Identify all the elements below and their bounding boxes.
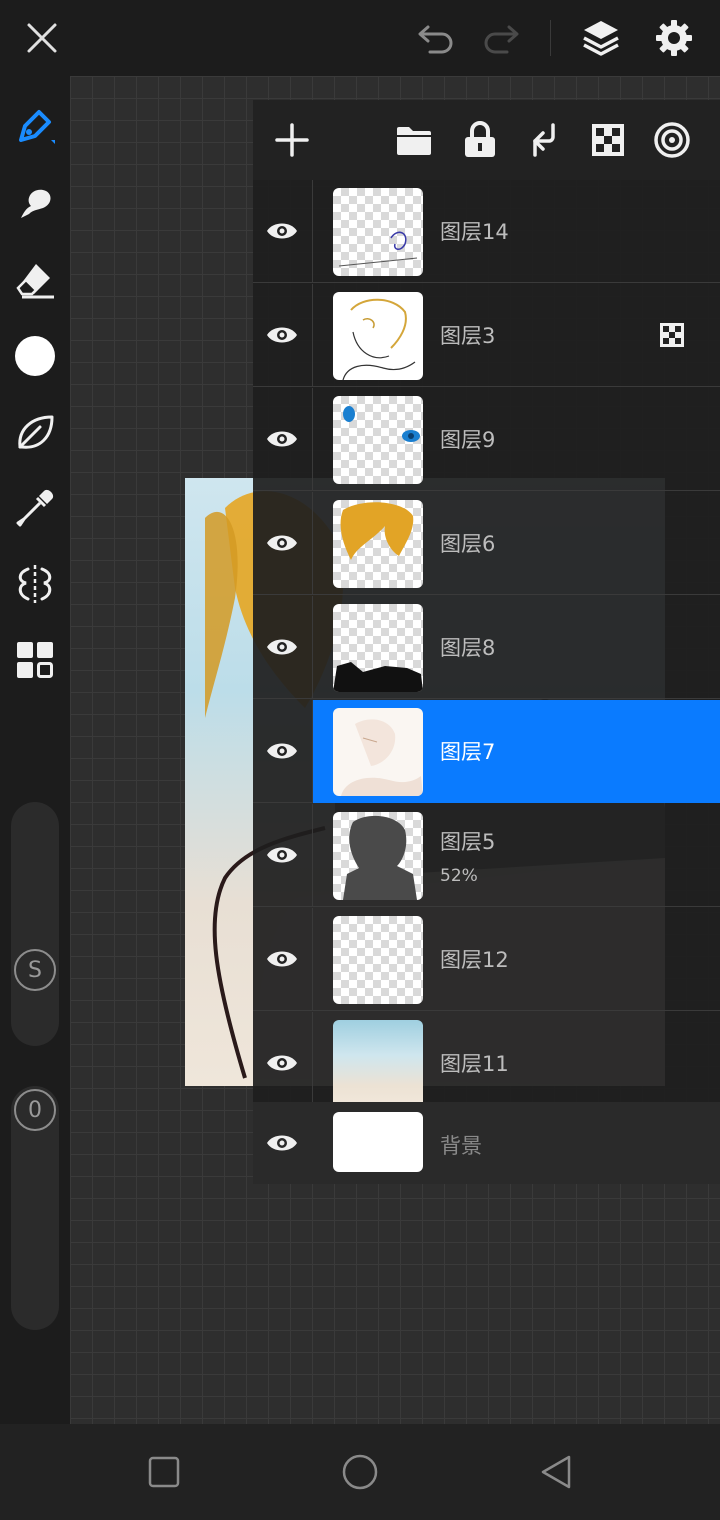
layer-thumbnail xyxy=(333,188,423,276)
toolbar-divider xyxy=(550,20,551,56)
top-bar xyxy=(0,0,720,76)
home-icon[interactable] xyxy=(336,1448,384,1496)
row-divider xyxy=(312,284,313,387)
close-icon[interactable] xyxy=(18,14,66,62)
layer-name: 背景 xyxy=(440,1134,482,1158)
layers-icon[interactable] xyxy=(577,14,625,62)
checker-icon[interactable] xyxy=(584,116,632,164)
layer-row-selected[interactable]: 图层7 xyxy=(253,700,720,803)
layer-thumbnail xyxy=(333,604,423,692)
layer-name: 图层7 xyxy=(440,740,496,764)
eraser-icon[interactable] xyxy=(11,256,59,304)
eye-icon[interactable] xyxy=(259,1042,305,1084)
layer-name: 图层12 xyxy=(440,948,509,972)
layer-name: 图层14 xyxy=(440,220,509,244)
layer-name: 图层5 xyxy=(440,830,496,854)
merge-down-icon[interactable] xyxy=(520,116,568,164)
layer-name: 图层3 xyxy=(440,324,496,348)
layer-thumbnail xyxy=(333,292,423,380)
brush-opacity-slider[interactable]: 0 xyxy=(11,1086,59,1330)
layer-thumbnail xyxy=(333,708,423,796)
settings-icon[interactable] xyxy=(650,14,698,62)
layer-opacity: 52% xyxy=(440,866,478,886)
layer-name: 图层8 xyxy=(440,636,496,660)
smudge-icon[interactable] xyxy=(11,180,59,228)
background-thumbnail xyxy=(333,1112,423,1172)
redo-icon[interactable] xyxy=(477,14,525,62)
opacity-slider-knob[interactable]: 0 xyxy=(14,1089,56,1131)
row-divider xyxy=(312,700,313,803)
recent-apps-icon[interactable] xyxy=(140,1448,188,1496)
grid-icon[interactable] xyxy=(11,636,59,684)
eye-icon[interactable] xyxy=(259,626,305,668)
layer-thumbnail xyxy=(333,500,423,588)
layer-row[interactable]: 图层14 xyxy=(253,180,720,283)
eye-icon[interactable] xyxy=(259,834,305,876)
layer-thumbnail xyxy=(333,396,423,484)
layer-row[interactable]: 图层9 xyxy=(253,388,720,491)
layer-row[interactable]: 图层6 xyxy=(253,492,720,595)
layer-row[interactable]: 图层11 xyxy=(253,1012,720,1115)
layer-name: 图层11 xyxy=(440,1052,509,1076)
eye-icon[interactable] xyxy=(259,210,305,252)
add-icon[interactable] xyxy=(268,116,316,164)
eye-icon[interactable] xyxy=(259,418,305,460)
row-divider xyxy=(312,804,313,907)
back-icon[interactable] xyxy=(532,1448,580,1496)
layer-row[interactable]: 图层5 52% xyxy=(253,804,720,907)
leaf-icon[interactable] xyxy=(11,408,59,456)
row-divider xyxy=(312,388,313,491)
undo-icon[interactable] xyxy=(412,14,460,62)
layer-thumbnail xyxy=(333,1020,423,1108)
folder-icon[interactable] xyxy=(390,116,438,164)
eye-icon[interactable] xyxy=(259,1122,305,1164)
layer-name: 图层9 xyxy=(440,428,496,452)
row-divider xyxy=(312,492,313,595)
layers-panel-header xyxy=(253,100,720,180)
eyedropper-icon[interactable] xyxy=(11,484,59,532)
eye-icon[interactable] xyxy=(259,522,305,564)
row-divider xyxy=(312,596,313,699)
background-layer-row[interactable]: 背景 xyxy=(253,1102,720,1184)
layer-thumbnail xyxy=(333,812,423,900)
size-slider-knob[interactable]: S xyxy=(14,949,56,991)
row-divider xyxy=(312,180,313,283)
layers-panel: 图层14 图层3 图层9 图层6 图层8 图层7 图层5 52% 图层12 图层… xyxy=(253,100,720,1184)
pen-icon[interactable] xyxy=(11,104,59,152)
left-toolbar: S 0 xyxy=(0,76,70,1424)
alpha-lock-badge-icon xyxy=(659,322,685,348)
spiral-icon[interactable] xyxy=(648,116,696,164)
eye-icon[interactable] xyxy=(259,314,305,356)
row-divider xyxy=(312,908,313,1011)
eye-icon[interactable] xyxy=(259,938,305,980)
layer-name: 图层6 xyxy=(440,532,496,556)
symmetry-icon[interactable] xyxy=(11,560,59,608)
layer-thumbnail xyxy=(333,916,423,1004)
color-dot-icon[interactable] xyxy=(11,332,59,380)
lock-icon[interactable] xyxy=(456,116,504,164)
brush-size-slider[interactable]: S xyxy=(11,802,59,1046)
layer-row[interactable]: 图层3 xyxy=(253,284,720,387)
layer-row[interactable]: 图层8 xyxy=(253,596,720,699)
layer-row[interactable]: 图层12 xyxy=(253,908,720,1011)
eye-icon[interactable] xyxy=(259,730,305,772)
row-divider xyxy=(312,1012,313,1115)
system-nav-bar xyxy=(0,1424,720,1520)
